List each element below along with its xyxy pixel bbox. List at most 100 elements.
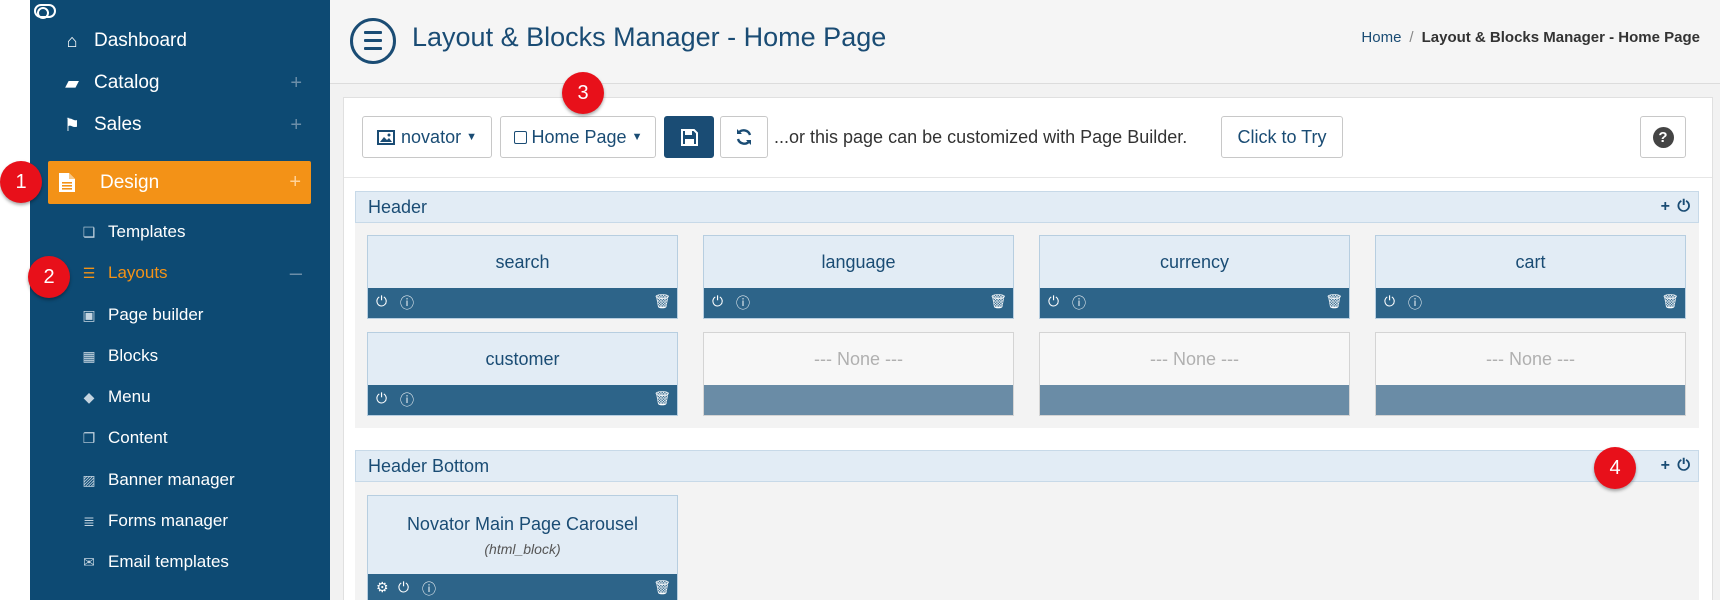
block-actions [1040,385,1349,415]
annotation-marker-1: 1 [0,161,42,203]
save-button[interactable] [664,116,714,158]
gear-icon[interactable]: ⚙ [376,579,389,596]
page-header: Layout & Blocks Manager - Home Page Home… [330,0,1720,84]
power-icon[interactable]: ⏻ [398,579,409,596]
block-card[interactable]: customer ⏻ ⓘ 🗑 [367,332,678,416]
breadcrumb-current: Layout & Blocks Manager - Home Page [1421,29,1700,46]
power-icon[interactable]: ⏻ [1677,457,1690,475]
power-icon[interactable]: ⏻ [1048,293,1059,310]
sidebar-item-email-templates[interactable]: ✉ Email templates [30,546,330,578]
square-icon [513,130,527,144]
list-icon: ☰ [82,264,96,281]
block-actions: ⏻ ⓘ 🗑 [1040,288,1349,318]
page-builder-hint: ...or this page can be customized with P… [774,127,1188,147]
block-name: cart [1515,251,1546,272]
block-card[interactable]: Novator Main Page Carousel (html_block) … [367,495,678,600]
block-name-wrap: Novator Main Page Carousel (html_block) [368,496,677,574]
sidebar-item-forms-manager[interactable]: ≣ Forms manager [30,505,330,537]
file-icon [59,173,75,192]
add-block-icon[interactable]: + [1661,457,1670,475]
sidebar-item-label: Forms manager [108,511,228,530]
expand-icon[interactable]: + [290,114,302,137]
content-icon: ❐ [82,429,96,446]
collapse-icon[interactable]: – [290,260,302,286]
sidebar-item-label: Email templates [108,552,229,571]
block-name: --- None --- [814,348,903,369]
save-icon [680,128,698,146]
expand-icon[interactable]: + [290,72,302,95]
sidebar-item-label: Banner manager [108,470,235,489]
info-icon[interactable]: ⓘ [736,293,750,313]
sidebar-toggle-icon[interactable] [34,4,56,19]
sidebar-item-label: Content [108,428,168,447]
template-dropdown-button[interactable]: novator ▼ [362,116,492,158]
info-icon[interactable]: ⓘ [422,579,436,599]
power-icon[interactable]: ⏻ [376,390,387,407]
block-actions: ⏻ ⓘ 🗑 [704,288,1013,318]
trash-icon[interactable]: 🗑 [653,390,671,407]
sidebar-item-label: Page builder [108,305,204,324]
power-icon[interactable]: ⏻ [1384,293,1395,310]
empty-block-slot[interactable]: --- None --- [1039,332,1350,416]
info-icon[interactable]: ⓘ [1408,293,1422,313]
sidebar-item-sales[interactable]: ⚑ Sales + [30,105,330,145]
trash-icon[interactable]: 🗑 [1325,293,1343,310]
block-card[interactable]: cart ⏻ ⓘ 🗑 [1375,235,1686,319]
sidebar-item-label: Design [100,171,160,193]
empty-block-slot[interactable]: --- None --- [703,332,1014,416]
layout-panel: novator ▼ Home Page ▼ ...or this page can … [343,97,1713,600]
sidebar-item-banner-manager[interactable]: ▨ Banner manager [30,464,330,496]
add-block-icon[interactable]: + [1661,198,1670,216]
home-icon: ⌂ [66,30,78,51]
trash-icon[interactable]: 🗑 [653,579,671,596]
sidebar-item-layouts[interactable]: ☰ Layouts – [30,257,330,289]
page-dropdown-button[interactable]: Home Page ▼ [500,116,656,158]
block-actions: ⏻ ⓘ 🗑 [368,288,677,318]
sidebar-item-label: Dashboard [94,30,187,51]
block-actions [704,385,1013,415]
templates-icon: ❏ [82,223,96,240]
block-card[interactable]: search ⏻ ⓘ 🗑 [367,235,678,319]
power-icon[interactable]: ⏻ [1677,198,1690,216]
sidebar-item-label: Blocks [108,346,159,365]
sidebar-item-templates[interactable]: ❏ Templates [30,216,330,248]
envelope-icon: ✉ [83,553,95,570]
block-card[interactable]: currency ⏻ ⓘ 🗑 [1039,235,1350,319]
annotation-marker-2: 2 [28,256,70,298]
power-icon[interactable]: ⏻ [712,293,723,310]
block-card[interactable]: language ⏻ ⓘ 🗑 [703,235,1014,319]
section-title-text: Header Bottom [368,455,490,476]
power-icon[interactable]: ⏻ [376,293,387,310]
toolbar: novator ▼ Home Page ▼ ...or this page can … [344,98,1712,178]
breadcrumb-home-link[interactable]: Home [1361,29,1401,46]
empty-block-slot[interactable]: --- None --- [1375,332,1686,416]
click-to-try-button[interactable]: Click to Try [1221,116,1343,158]
sidebar-item-label: Menu [108,387,151,406]
sidebar-item-catalog[interactable]: ▰ Catalog + [30,63,330,103]
left-strip [0,0,30,600]
page-title: Layout & Blocks Manager - Home Page [412,22,887,52]
info-icon[interactable]: ⓘ [400,293,414,313]
info-icon[interactable]: ⓘ [400,390,414,410]
sidebar-item-content[interactable]: ❐ Content [30,422,330,454]
section-header: Header + ⏻ search ⏻ ⓘ 🗑 language ⏻ ⓘ 🗑 curre… [355,191,1699,428]
block-actions [1376,385,1685,415]
trash-icon[interactable]: 🗑 [1661,293,1679,310]
menu-toggle-button[interactable] [350,18,396,64]
expand-icon[interactable]: + [289,171,301,194]
trash-icon[interactable]: 🗑 [653,293,671,310]
help-button[interactable]: ? [1640,116,1686,158]
block-name: --- None --- [1150,348,1239,369]
sidebar-item-design[interactable]: Design + [48,161,311,204]
refresh-button[interactable] [720,116,768,158]
sidebar-item-menu[interactable]: ◆ Menu [30,381,330,413]
sidebar-item-page-builder[interactable]: ▣ Page builder [30,299,330,331]
block-name: Novator Main Page Carousel [406,513,639,534]
block-actions: ⏻ ⓘ 🗑 [368,385,677,415]
block-name: language [821,251,896,272]
sidebar-item-blocks[interactable]: ▦ Blocks [30,340,330,372]
trash-icon[interactable]: 🗑 [989,293,1007,310]
info-icon[interactable]: ⓘ [1072,293,1086,313]
sidebar-item-dashboard[interactable]: ⌂ Dashboard [30,21,330,61]
block-name: currency [1159,251,1230,272]
